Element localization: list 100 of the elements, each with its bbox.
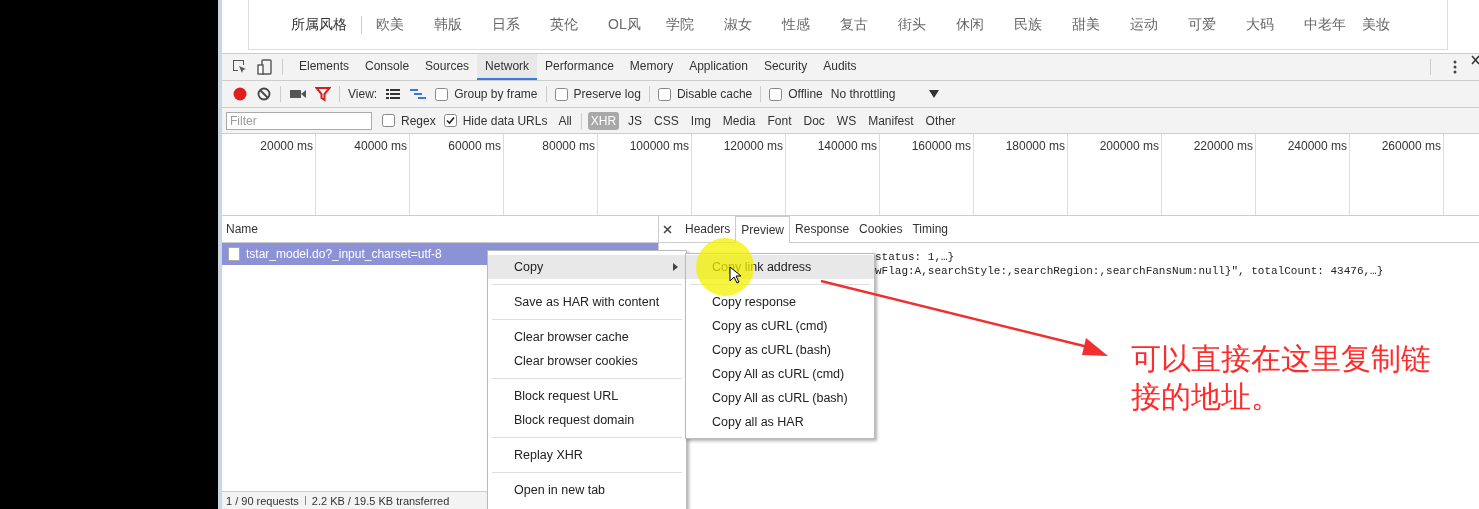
- type-filter[interactable]: Media: [719, 111, 759, 130]
- timeline-tick: 100000 ms: [598, 134, 692, 215]
- timeline-tick: 60000 ms: [410, 134, 504, 215]
- menu-item[interactable]: Copy All as cURL (cmd): [686, 362, 874, 386]
- style-link[interactable]: 韩版: [434, 15, 492, 34]
- type-filter[interactable]: Img: [687, 111, 714, 130]
- menu-item[interactable]: Copy all as HAR: [686, 410, 874, 434]
- filter-icon[interactable]: [315, 86, 331, 102]
- style-link[interactable]: 大码: [1246, 15, 1304, 34]
- style-link[interactable]: 性感: [782, 15, 840, 34]
- menu-item[interactable]: Copy as cURL (cmd): [686, 314, 874, 338]
- style-link[interactable]: 美妆: [1362, 15, 1420, 34]
- style-link[interactable]: 街头: [898, 15, 956, 34]
- timeline-tick: 240000 ms: [1256, 134, 1350, 215]
- style-link[interactable]: 运动: [1130, 15, 1188, 34]
- menu-item[interactable]: Clear browser cache: [488, 325, 686, 349]
- camera-icon[interactable]: [289, 87, 307, 101]
- type-filter[interactable]: Font: [764, 111, 795, 130]
- style-link[interactable]: 日系: [492, 15, 550, 34]
- timeline-tick: 160000 ms: [880, 134, 974, 215]
- menu-item[interactable]: Copy All as cURL (bash): [686, 386, 874, 410]
- checkbox[interactable]: [554, 87, 568, 101]
- close-icon[interactable]: [663, 224, 672, 234]
- checkbox-label[interactable]: Offline: [788, 87, 823, 101]
- checkbox[interactable]: [382, 114, 395, 127]
- type-filter[interactable]: Doc: [800, 111, 828, 130]
- timeline-tick: 80000 ms: [504, 134, 598, 215]
- timeline-tick: 40000 ms: [316, 134, 410, 215]
- caret-icon[interactable]: [929, 90, 940, 98]
- menu-item[interactable]: Save as HAR with content: [488, 290, 686, 314]
- preview-line: wFlag:A,searchStyle:,searchRegion:,searchFansNum:null}", totalCount: 43476,…}: [875, 264, 1385, 278]
- timeline-tick: 20000 ms: [222, 134, 316, 215]
- annotation-text: 可以直接在这里复制链接的地址。: [1131, 340, 1432, 416]
- type-filter[interactable]: Manifest: [865, 111, 917, 130]
- timeline-tick: 200000 ms: [1068, 134, 1162, 215]
- timeline-tick: 180000 ms: [974, 134, 1068, 215]
- type-filter[interactable]: Other: [922, 111, 959, 130]
- status-text: 2.2 KB / 19.5 KB transferred: [311, 494, 450, 507]
- devtools-tab[interactable]: Application: [681, 54, 756, 80]
- style-link[interactable]: 中老年: [1304, 15, 1362, 34]
- detail-tab[interactable]: Preview: [735, 216, 791, 243]
- timeline-tick: 120000 ms: [692, 134, 786, 215]
- checkbox-label[interactable]: Group by frame: [454, 87, 538, 101]
- checkbox-label[interactable]: Regex: [401, 113, 436, 128]
- close-icon[interactable]: [1471, 54, 1479, 66]
- detail-tab[interactable]: Timing: [907, 216, 953, 242]
- checkbox[interactable]: [443, 114, 457, 127]
- devtools-tab[interactable]: Security: [755, 54, 816, 80]
- checkbox-label[interactable]: Hide data URLs: [462, 113, 548, 128]
- status-text: 1 / 90 requests: [226, 494, 299, 507]
- type-filter[interactable]: CSS: [651, 111, 682, 130]
- menu-item[interactable]: Copy response: [686, 290, 874, 314]
- style-link[interactable]: OL风: [608, 15, 666, 34]
- style-link[interactable]: 甜美: [1072, 15, 1130, 34]
- inspect-icon: [232, 59, 248, 75]
- devtools-tab[interactable]: Sources: [417, 54, 478, 80]
- style-link[interactable]: 英伦: [550, 15, 608, 34]
- device-icon: [257, 59, 273, 75]
- style-link[interactable]: 复古: [840, 15, 898, 34]
- filter-field[interactable]: Filter: [226, 111, 372, 130]
- devtools-tab[interactable]: Console: [357, 54, 418, 80]
- devtools-tab[interactable]: Performance: [537, 54, 622, 80]
- devtools-tab[interactable]: Memory: [621, 54, 682, 80]
- throttling-dropdown[interactable]: No throttling: [830, 87, 896, 101]
- devtools-tab[interactable]: Audits: [815, 54, 865, 80]
- checkbox[interactable]: [769, 87, 783, 101]
- list-view-icon[interactable]: [385, 87, 402, 101]
- type-filter[interactable]: JS: [625, 111, 646, 130]
- timeline-tick: 260000 ms: [1350, 134, 1444, 215]
- menu-item[interactable]: Open in new tab: [488, 478, 686, 502]
- checkbox-label[interactable]: Preserve log: [573, 87, 641, 101]
- timeline-tick: 140000 ms: [786, 134, 880, 215]
- detail-tab[interactable]: Cookies: [854, 216, 908, 242]
- style-link[interactable]: 休闲: [956, 15, 1014, 34]
- menu-item[interactable]: Copy: [488, 255, 686, 279]
- record-button[interactable]: [232, 86, 248, 102]
- type-filter[interactable]: WS: [833, 111, 860, 130]
- type-filter[interactable]: All: [555, 111, 575, 130]
- waterfall-view-icon[interactable]: [409, 87, 428, 101]
- more-icon[interactable]: [1453, 60, 1457, 74]
- filter-label: 所属风格: [291, 15, 347, 34]
- menu-item[interactable]: Clear browser cookies: [488, 349, 686, 373]
- menu-item[interactable]: Block request domain: [488, 408, 686, 432]
- style-link[interactable]: 民族: [1014, 15, 1072, 34]
- menu-item[interactable]: Replay XHR: [488, 443, 686, 467]
- menu-item[interactable]: Block request URL: [488, 384, 686, 408]
- style-link[interactable]: 欧美: [376, 15, 434, 34]
- detail-tab[interactable]: Response: [790, 216, 855, 242]
- clear-icon[interactable]: [256, 86, 272, 102]
- devtools-tab[interactable]: Elements: [291, 54, 358, 80]
- devtools-tab[interactable]: Network: [477, 54, 538, 80]
- style-link[interactable]: 淑女: [724, 15, 782, 34]
- style-link[interactable]: 学院: [666, 15, 724, 34]
- checkbox[interactable]: [435, 87, 449, 101]
- checkbox-label[interactable]: Disable cache: [676, 87, 753, 101]
- timeline-tick: 220000 ms: [1162, 134, 1256, 215]
- style-link[interactable]: 可爱: [1188, 15, 1246, 34]
- detail-tab[interactable]: Headers: [680, 216, 736, 242]
- menu-item[interactable]: Copy as cURL (bash): [686, 338, 874, 362]
- checkbox[interactable]: [657, 87, 671, 101]
